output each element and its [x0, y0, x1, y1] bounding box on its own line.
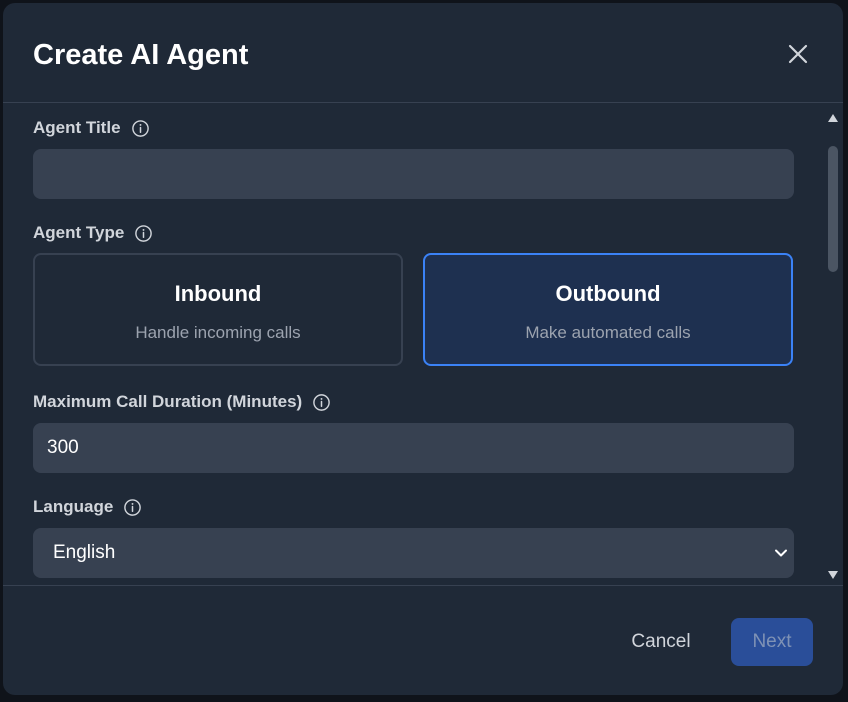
language-label-row: Language [33, 495, 142, 519]
outbound-card-title: Outbound [555, 281, 661, 306]
agent-type-inbound-card[interactable]: Inbound Handle incoming calls [33, 253, 403, 366]
agent-type-label-row: Agent Type [33, 221, 153, 245]
next-button[interactable]: Next [731, 618, 813, 666]
scrollbar[interactable] [825, 104, 841, 585]
language-select[interactable]: English [33, 528, 794, 578]
scroll-down-arrow-icon[interactable] [828, 570, 838, 580]
info-icon[interactable] [131, 119, 150, 138]
cancel-button[interactable]: Cancel [613, 618, 709, 666]
scroll-up-arrow-icon[interactable] [828, 113, 838, 123]
inbound-card-description: Handle incoming calls [135, 323, 301, 342]
close-icon [788, 44, 808, 64]
agent-title-label: Agent Title [33, 118, 121, 137]
agent-title-input[interactable] [33, 149, 794, 199]
modal-title: Create AI Agent [33, 39, 249, 71]
info-icon[interactable] [134, 224, 153, 243]
chevron-down-icon [775, 549, 787, 557]
max-call-duration-input[interactable] [33, 423, 794, 473]
language-selected-value: English [53, 542, 116, 563]
agent-type-label: Agent Type [33, 223, 125, 242]
scrollbar-thumb[interactable] [828, 146, 838, 272]
max-call-duration-label: Maximum Call Duration (Minutes) [33, 392, 303, 411]
agent-title-label-row: Agent Title [33, 116, 150, 140]
language-label: Language [33, 497, 114, 516]
modal-body[interactable]: Agent Title Agent Type Inbound Handle in… [3, 104, 843, 585]
outbound-card-description: Make automated calls [525, 323, 691, 342]
modal-header: Create AI Agent [3, 3, 843, 103]
max-call-duration-label-row: Maximum Call Duration (Minutes) [33, 390, 331, 414]
inbound-card-title: Inbound [174, 281, 262, 306]
create-agent-modal: Create AI Agent Agent Title Agent Type I… [3, 3, 843, 695]
modal-footer: Cancel Next [3, 585, 843, 695]
info-icon[interactable] [312, 393, 331, 412]
agent-type-outbound-card[interactable]: Outbound Make automated calls [423, 253, 793, 366]
close-button[interactable] [783, 39, 813, 69]
info-icon[interactable] [123, 498, 142, 517]
